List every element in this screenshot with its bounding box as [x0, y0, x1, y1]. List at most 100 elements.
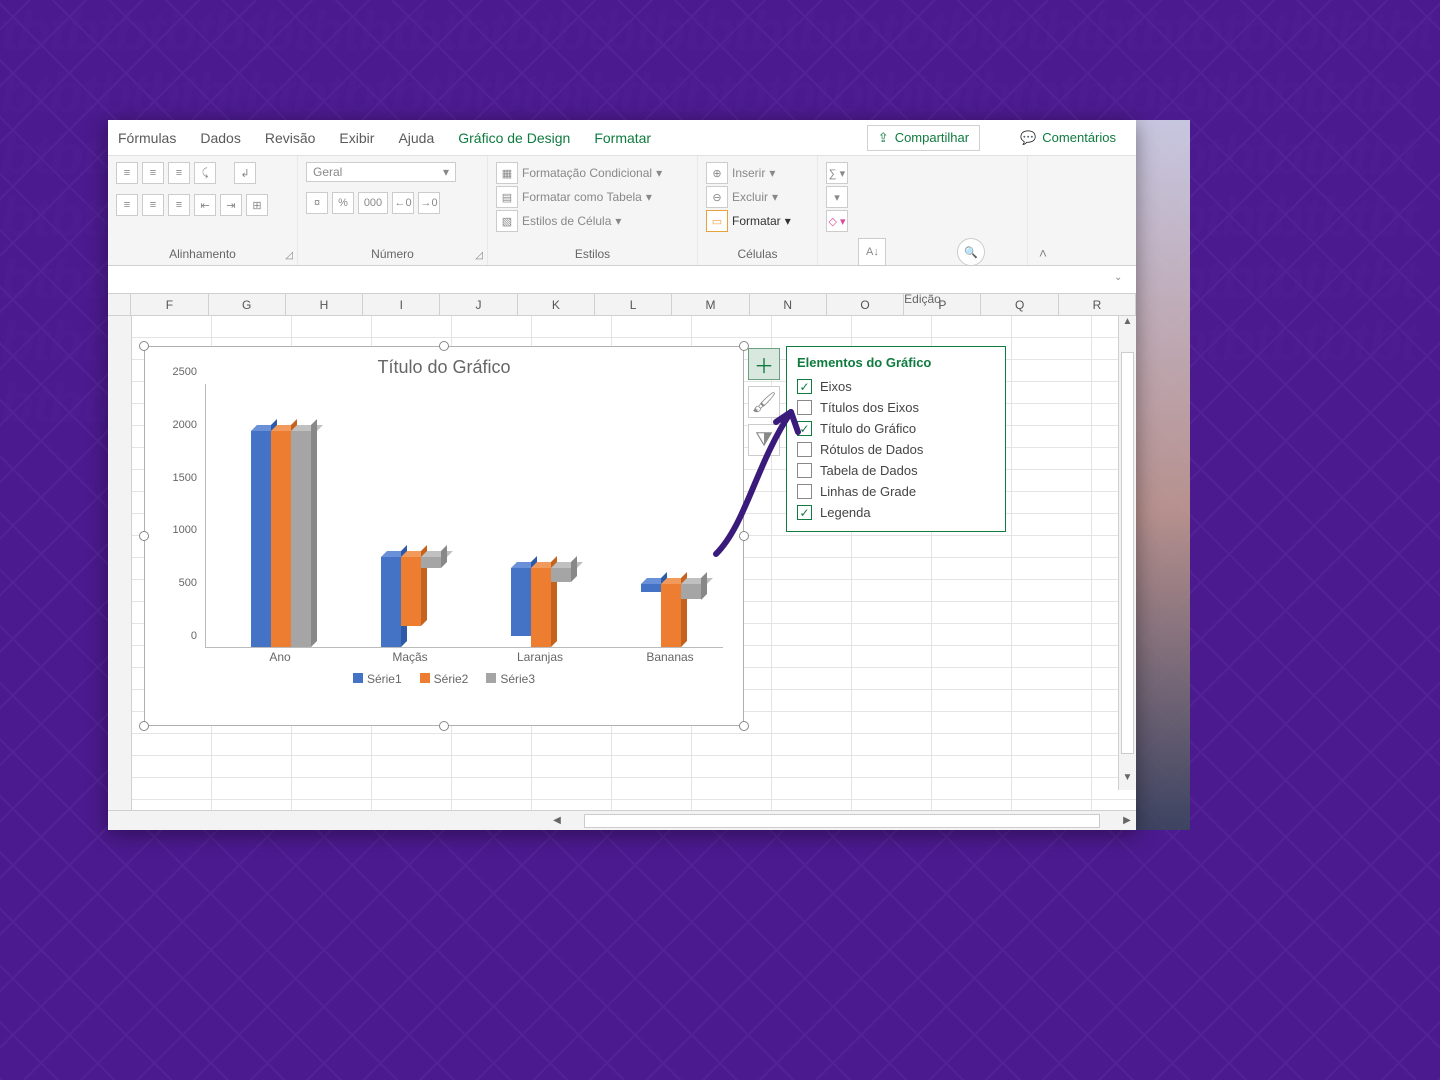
- wrap-text-icon[interactable]: ↲: [234, 162, 256, 184]
- fill-icon[interactable]: ▾: [826, 186, 848, 208]
- group-number-label: Número ◿: [306, 245, 479, 263]
- checkbox-checked-icon[interactable]: ✓: [797, 505, 812, 520]
- vertical-scrollbar[interactable]: ▲ ▼: [1118, 316, 1136, 790]
- tab-data[interactable]: Dados: [200, 130, 240, 146]
- col-header[interactable]: L: [595, 294, 672, 315]
- scroll-down-icon[interactable]: ▼: [1119, 772, 1136, 790]
- alignment-dialog-launcher-icon[interactable]: ◿: [285, 250, 293, 261]
- format-as-table-icon: ▤: [496, 186, 518, 208]
- chart-element-option[interactable]: ✓Título do Gráfico: [797, 418, 995, 439]
- indent-dec-icon[interactable]: ⇤: [194, 194, 216, 216]
- orientation-icon[interactable]: ⤹: [194, 162, 216, 184]
- chart-element-label: Tabela de Dados: [820, 463, 918, 478]
- format-as-table-button[interactable]: ▤ Formatar como Tabela ▾: [496, 186, 652, 208]
- tab-view[interactable]: Exibir: [339, 130, 374, 146]
- resize-handle[interactable]: [139, 531, 149, 541]
- tab-chart-design[interactable]: Gráfico de Design: [458, 130, 570, 146]
- worksheet-grid[interactable]: Título do Gráfico 05001000150020002500 A…: [108, 316, 1136, 810]
- resize-handle[interactable]: [439, 341, 449, 351]
- resize-handle[interactable]: [439, 721, 449, 731]
- comments-button[interactable]: 💬 Comentários: [1010, 126, 1126, 150]
- cell-styles-button[interactable]: ▧ Estilos de Célula ▾: [496, 210, 621, 232]
- chart-element-option[interactable]: ✓Eixos: [797, 376, 995, 397]
- col-header[interactable]: K: [518, 294, 595, 315]
- insert-cells-button[interactable]: ⊕ Inserir ▾: [706, 162, 775, 184]
- group-editing-label: Edição: [826, 290, 1019, 308]
- chart-title[interactable]: Título do Gráfico: [145, 347, 743, 384]
- horizontal-scrollbar[interactable]: ◀ ▶: [108, 810, 1136, 830]
- scroll-left-icon[interactable]: ◀: [548, 815, 566, 826]
- col-header[interactable]: R: [1059, 294, 1136, 315]
- ribbon-collapse-button[interactable]: ˄: [1028, 156, 1058, 265]
- desktop-peek: [1130, 120, 1190, 830]
- merge-icon[interactable]: ⊞: [246, 194, 268, 216]
- chart-bars: [205, 384, 723, 648]
- decrease-decimal-icon[interactable]: →0: [418, 192, 440, 214]
- col-header[interactable]: I: [363, 294, 440, 315]
- tab-formulas[interactable]: Fórmulas: [118, 130, 176, 146]
- percent-format-icon[interactable]: %: [332, 192, 354, 214]
- tab-review[interactable]: Revisão: [265, 130, 316, 146]
- number-format-dropdown[interactable]: Geral▾: [306, 162, 456, 182]
- chart-styles-button[interactable]: 🖌: [748, 386, 780, 418]
- select-all-cell[interactable]: [108, 294, 131, 315]
- chart-element-option[interactable]: Rótulos de Dados: [797, 439, 995, 460]
- format-cells-icon: ▭: [706, 210, 728, 232]
- align-top-icon[interactable]: ≡: [116, 162, 138, 184]
- align-left-icon[interactable]: ≡: [116, 194, 138, 216]
- chart-elements-button[interactable]: ＋: [748, 348, 780, 380]
- row-headers[interactable]: [108, 316, 132, 810]
- checkbox-icon[interactable]: [797, 442, 812, 457]
- align-center-icon[interactable]: ≡: [142, 194, 164, 216]
- plus-icon: ＋: [754, 350, 774, 379]
- accounting-format-icon[interactable]: ¤: [306, 192, 328, 214]
- formula-bar-expand-icon[interactable]: ⌄: [1114, 272, 1130, 288]
- legend-item: Série3: [486, 672, 535, 686]
- align-right-icon[interactable]: ≡: [168, 194, 190, 216]
- col-header[interactable]: N: [750, 294, 827, 315]
- autosum-icon[interactable]: ∑ ▾: [826, 162, 848, 184]
- scroll-up-icon[interactable]: ▲: [1119, 316, 1136, 334]
- tab-format[interactable]: Formatar: [594, 130, 651, 146]
- col-header[interactable]: F: [131, 294, 208, 315]
- chart-side-buttons: ＋ 🖌 ⧩: [748, 348, 780, 456]
- chart-object[interactable]: Título do Gráfico 05001000150020002500 A…: [144, 346, 744, 726]
- tab-help[interactable]: Ajuda: [398, 130, 434, 146]
- checkbox-icon[interactable]: [797, 484, 812, 499]
- align-middle-icon[interactable]: ≡: [142, 162, 164, 184]
- chart-plot-area[interactable]: 05001000150020002500 AnoMaçãsLaranjasBan…: [205, 384, 723, 664]
- chart-element-option[interactable]: ✓Legenda: [797, 502, 995, 523]
- scroll-right-icon[interactable]: ▶: [1118, 815, 1136, 826]
- chart-element-option[interactable]: Linhas de Grade: [797, 481, 995, 502]
- number-dialog-launcher-icon[interactable]: ◿: [475, 250, 483, 261]
- indent-inc-icon[interactable]: ⇥: [220, 194, 242, 216]
- clear-icon[interactable]: ◇ ▾: [826, 210, 848, 232]
- checkbox-checked-icon[interactable]: ✓: [797, 379, 812, 394]
- chart-element-option[interactable]: Tabela de Dados: [797, 460, 995, 481]
- conditional-formatting-button[interactable]: ▦ Formatação Condicional ▾: [496, 162, 662, 184]
- align-bottom-icon[interactable]: ≡: [168, 162, 190, 184]
- col-header[interactable]: J: [440, 294, 517, 315]
- chart-element-label: Linhas de Grade: [820, 484, 916, 499]
- checkbox-icon[interactable]: [797, 400, 812, 415]
- increase-decimal-icon[interactable]: ←0: [392, 192, 414, 214]
- resize-handle[interactable]: [739, 721, 749, 731]
- resize-handle[interactable]: [739, 531, 749, 541]
- share-button[interactable]: ⇪ Compartilhar: [867, 125, 980, 151]
- col-header[interactable]: H: [286, 294, 363, 315]
- funnel-icon: ⧩: [755, 429, 773, 452]
- col-header[interactable]: M: [672, 294, 749, 315]
- chart-filters-button[interactable]: ⧩: [748, 424, 780, 456]
- col-header[interactable]: G: [209, 294, 286, 315]
- checkbox-checked-icon[interactable]: ✓: [797, 421, 812, 436]
- resize-handle[interactable]: [139, 721, 149, 731]
- excel-window: Fórmulas Dados Revisão Exibir Ajuda Gráf…: [108, 120, 1136, 830]
- chart-legend[interactable]: Série1 Série2 Série3: [145, 672, 743, 686]
- format-cells-button[interactable]: ▭ Formatar ▾: [706, 210, 791, 232]
- thousands-format-icon[interactable]: 000: [358, 192, 388, 214]
- group-styles-label: Estilos: [496, 245, 689, 263]
- resize-handle[interactable]: [139, 341, 149, 351]
- checkbox-icon[interactable]: [797, 463, 812, 478]
- delete-cells-button[interactable]: ⊖ Excluir ▾: [706, 186, 778, 208]
- chart-element-option[interactable]: Títulos dos Eixos: [797, 397, 995, 418]
